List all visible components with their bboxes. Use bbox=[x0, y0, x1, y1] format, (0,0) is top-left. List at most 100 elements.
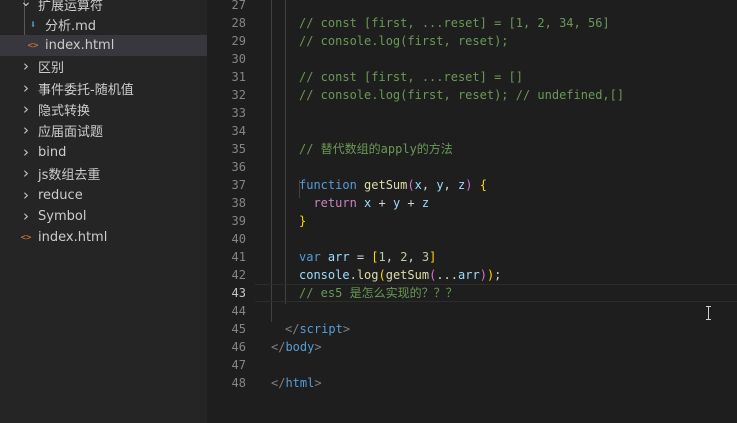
code-line[interactable]: 39} bbox=[207, 212, 737, 230]
code-token: , bbox=[385, 250, 401, 264]
html-file-icon: <> bbox=[20, 232, 32, 243]
code-line[interactable]: 36 bbox=[207, 158, 737, 176]
line-number: 28 bbox=[231, 16, 246, 30]
explorer-sidebar: ⌄ 扩展运算符 ⬇ 分析.md <> index.html › 区别 › 事件委托-随机值 › 隐式转… bbox=[0, 0, 207, 423]
code-token: = bbox=[349, 250, 372, 264]
code-token: > bbox=[314, 340, 322, 354]
code-text: } bbox=[299, 212, 306, 230]
tree-folder[interactable]: › 应届面试题 bbox=[0, 120, 207, 141]
code-token: ) bbox=[479, 268, 487, 282]
code-token: var bbox=[299, 250, 321, 264]
code-line[interactable]: 38 return x + y + z bbox=[207, 194, 737, 212]
code-line[interactable]: 33 bbox=[207, 104, 737, 122]
code-text: // console.log(first, reset); // undefin… bbox=[299, 86, 624, 104]
tree-folder[interactable]: › 区别 bbox=[0, 56, 207, 77]
line-number: 32 bbox=[231, 88, 246, 102]
code-line[interactable]: 34 bbox=[207, 122, 737, 140]
code-line[interactable]: 42 console.log(getSum(...arr)); bbox=[207, 266, 737, 284]
tree-folder[interactable]: › reduce bbox=[0, 185, 207, 206]
code-line[interactable]: 37 function getSum(x, y, z) { bbox=[207, 176, 737, 194]
tree-item-label: 隐式转换 bbox=[38, 104, 91, 119]
code-line[interactable]: 48 </html> bbox=[207, 374, 737, 392]
code-token: </ bbox=[285, 322, 300, 336]
tree-item-label: 分析.md bbox=[45, 19, 97, 34]
line-number: 48 bbox=[231, 376, 246, 390]
tree-folder[interactable]: ⌄ 扩展运算符 bbox=[0, 0, 207, 15]
tree-folder[interactable]: › 事件委托-随机值 bbox=[0, 78, 207, 99]
code-token: [ bbox=[371, 250, 379, 264]
tree-item-label: Symbol bbox=[38, 209, 87, 224]
tree-file[interactable]: <> index.html bbox=[0, 35, 207, 56]
line-number: 31 bbox=[231, 70, 246, 84]
code-editor[interactable]: 27 28 // const [first, ...reset] = [1, 2, … bbox=[207, 0, 737, 423]
code-token: </ bbox=[271, 340, 286, 354]
code-token: arr bbox=[327, 250, 350, 264]
code-token: + bbox=[371, 196, 393, 210]
tree-file[interactable]: <> index.html bbox=[0, 227, 207, 248]
code-text: return x + y + z bbox=[299, 194, 429, 212]
code-line[interactable]: 28 // const [first, ...reset] = [1, 2, 34… bbox=[207, 14, 737, 32]
code-line[interactable]: 27 bbox=[207, 0, 737, 14]
code-text: function getSum(x, y, z) { bbox=[299, 176, 487, 194]
code-line[interactable]: 30 bbox=[207, 50, 737, 68]
code-line[interactable]: 46 </body> bbox=[207, 338, 737, 356]
code-token: log bbox=[356, 268, 379, 282]
chevron-right-icon: › bbox=[23, 100, 29, 118]
code-token: script bbox=[299, 322, 343, 336]
line-number: 44 bbox=[231, 304, 246, 318]
code-line[interactable]: 44 bbox=[207, 302, 737, 320]
code-token: ] bbox=[429, 250, 437, 264]
code-token: // const [first, ...reset] = [] bbox=[299, 70, 523, 84]
code-line[interactable]: 29 // console.log(first, reset); bbox=[207, 32, 737, 50]
code-text: </script> bbox=[285, 320, 350, 338]
line-number: 36 bbox=[231, 160, 246, 174]
tree-item-label: reduce bbox=[38, 188, 83, 203]
code-token: . bbox=[349, 268, 357, 282]
code-line[interactable]: 31 // const [first, ...reset] = [] bbox=[207, 68, 737, 86]
code-token: arr bbox=[458, 268, 480, 282]
chevron-right-icon: › bbox=[23, 186, 29, 204]
code-text: // 替代数组的apply的方法 bbox=[299, 140, 453, 158]
code-token: ( bbox=[378, 268, 386, 282]
code-token: 1 bbox=[378, 250, 386, 264]
line-number: 34 bbox=[231, 124, 246, 138]
code-line[interactable]: 41 var arr = [1, 2, 3] bbox=[207, 248, 737, 266]
code-token: getSum bbox=[385, 268, 430, 282]
code-text: </html> bbox=[271, 374, 322, 392]
tree-folder[interactable]: › 隐式转换 bbox=[0, 99, 207, 120]
code-line[interactable]: 45 </script> bbox=[207, 320, 737, 338]
code-token: y bbox=[436, 178, 444, 192]
line-number: 38 bbox=[231, 196, 246, 210]
code-token: , bbox=[443, 178, 458, 192]
tree-file[interactable]: ⬇ 分析.md bbox=[0, 14, 207, 35]
code-token: , bbox=[407, 250, 422, 264]
code-token: ( bbox=[407, 178, 415, 192]
code-line[interactable]: 40 bbox=[207, 230, 737, 248]
code-token: z bbox=[421, 196, 430, 210]
tree-folder[interactable]: › bind bbox=[0, 142, 207, 163]
code-text: // const [first, ...reset] = [] bbox=[299, 68, 523, 86]
tree-folder[interactable]: › js数组去重 bbox=[0, 163, 207, 184]
chevron-right-icon: › bbox=[23, 79, 29, 97]
line-number: 47 bbox=[231, 358, 246, 372]
tree-item-label: js数组去重 bbox=[38, 168, 101, 183]
chevron-right-icon: › bbox=[23, 121, 29, 139]
code-token: > bbox=[314, 376, 322, 390]
line-number: 37 bbox=[231, 178, 246, 192]
tree-item-label: index.html bbox=[38, 230, 108, 245]
mouse-ibeam-cursor bbox=[705, 306, 712, 320]
line-number: 35 bbox=[231, 142, 246, 156]
code-token: </ bbox=[271, 376, 286, 390]
code-line[interactable]: 43 // es5 是怎么实现的？？？ bbox=[207, 284, 737, 302]
line-number: 33 bbox=[231, 106, 246, 120]
code-line[interactable]: 35 // 替代数组的apply的方法 bbox=[207, 140, 737, 158]
code-token: x bbox=[414, 178, 422, 192]
code-line[interactable]: 47 bbox=[207, 356, 737, 374]
tree-folder[interactable]: › Symbol bbox=[0, 206, 207, 227]
code-line[interactable]: 32 // console.log(first, reset); // undef… bbox=[207, 86, 737, 104]
chevron-right-icon: › bbox=[23, 57, 29, 75]
code-token: function bbox=[299, 178, 357, 192]
